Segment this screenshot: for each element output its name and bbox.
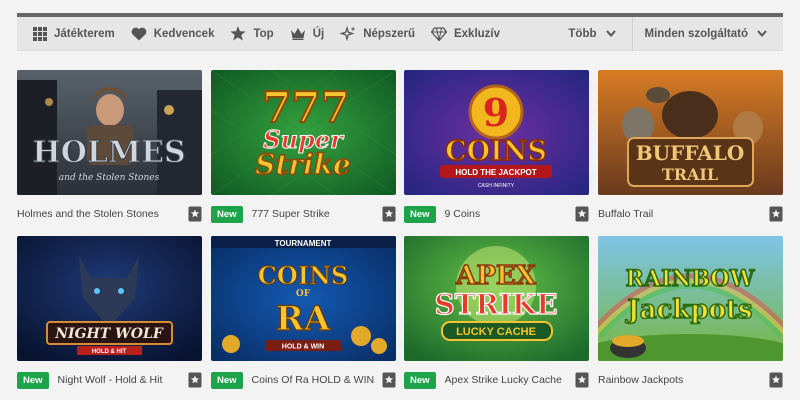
grid-icon <box>33 26 47 41</box>
more-dropdown[interactable]: Több <box>568 17 616 50</box>
heart-icon <box>131 27 147 40</box>
game-card[interactable]: BUFFALO TRAIL Buffalo Trail <box>598 70 783 225</box>
category-navbar: Játékterem Kedvencek Top Új Népszerű Exk… <box>17 16 784 51</box>
nav-label: Kedvencek <box>153 27 215 40</box>
art-title: HOLMES <box>32 135 185 170</box>
game-thumbnail[interactable]: HOLMES and the Stolen Stones <box>17 70 202 195</box>
art-title: 9 <box>483 90 509 135</box>
art-subtitle: TRAIL <box>662 165 718 184</box>
art-subtitle: and the Stolen Stones <box>59 173 160 183</box>
game-card[interactable]: APEX STRIKE LUCKY CACHE New Apex Strike … <box>404 236 589 391</box>
new-badge: New <box>404 371 436 389</box>
bookmark-icon[interactable] <box>188 206 202 222</box>
nav-label: Játékterem <box>54 27 115 40</box>
art-subtitle: COINS <box>445 136 547 167</box>
art-subtitle: Strike <box>255 148 351 181</box>
nav-label: Exkluzív <box>453 27 501 40</box>
new-badge: New <box>17 371 49 389</box>
new-badge: New <box>211 205 243 223</box>
nav-label: Top <box>253 27 274 40</box>
bookmark-icon[interactable] <box>575 372 589 388</box>
chevron-down-icon <box>605 30 616 37</box>
game-card[interactable]: 777 Super Strike New 777 Super Strike <box>211 70 396 225</box>
game-card[interactable]: NIGHT WOLF HOLD & HIT New Night Wolf - H… <box>17 236 202 391</box>
nav-item-exkluziv[interactable]: Exkluzív <box>423 17 508 50</box>
art-title: NIGHT WOLF <box>54 326 164 342</box>
nav-item-top[interactable]: Top <box>222 17 281 50</box>
star-icon <box>230 26 247 41</box>
art-subtitle: LUCKY CACHE <box>456 326 536 338</box>
art-subtitle: CASH INFINITY <box>478 183 515 189</box>
provider-dropdown[interactable]: Minden szolgáltató <box>645 17 784 50</box>
crown-icon <box>290 28 305 40</box>
art-subtitle: Jackpots <box>625 295 752 325</box>
game-title[interactable]: Rainbow Jackpots <box>598 374 769 386</box>
nav-item-jatekterem[interactable]: Játékterem <box>17 17 123 50</box>
new-badge: New <box>211 371 243 389</box>
game-title[interactable]: Holmes and the Stolen Stones <box>17 208 188 220</box>
bookmark-icon[interactable] <box>575 206 589 222</box>
art-subtitle: RA <box>276 299 331 339</box>
bookmark-icon[interactable] <box>382 206 396 222</box>
chevron-down-icon <box>757 30 767 37</box>
art-subtitle: HOLD & WIN <box>282 344 324 351</box>
art-subtitle: OF <box>296 289 311 299</box>
nav-item-nepszeru[interactable]: Népszerű <box>332 17 423 50</box>
art-title: RAINBOW <box>626 266 755 292</box>
game-thumbnail[interactable]: BUFFALO TRAIL <box>598 70 783 195</box>
game-title[interactable]: Coins Of Ra HOLD & WIN <box>252 374 382 386</box>
art-title: BUFFALO <box>636 141 745 165</box>
nav-item-uj[interactable]: Új <box>282 17 333 50</box>
nav-label: Népszerű <box>363 27 415 40</box>
bookmark-icon[interactable] <box>769 206 783 222</box>
nav-label: Új <box>312 27 325 40</box>
game-title[interactable]: Buffalo Trail <box>598 208 769 220</box>
bookmark-icon[interactable] <box>769 372 783 388</box>
sparkle-icon <box>340 25 356 41</box>
bookmark-icon[interactable] <box>382 372 396 388</box>
game-thumbnail[interactable]: TOURNAMENT COINS OF RA HOLD & WIN <box>211 236 396 361</box>
nav-divider <box>631 16 633 51</box>
provider-label: Minden szolgáltató <box>644 27 749 40</box>
art-subtitle: HOLD & HIT <box>92 349 127 355</box>
game-card[interactable]: RAINBOW Jackpots Rainbow Jackpots <box>598 236 783 391</box>
game-thumbnail[interactable]: RAINBOW Jackpots <box>598 236 783 361</box>
game-thumbnail[interactable]: NIGHT WOLF HOLD & HIT <box>17 236 202 361</box>
game-card[interactable]: 9 COINS HOLD THE JACKPOT CASH INFINITY N… <box>404 70 589 225</box>
art-title: COINS <box>258 261 349 290</box>
game-card[interactable]: TOURNAMENT COINS OF RA HOLD & WIN New Co… <box>211 236 396 391</box>
more-label: Több <box>568 27 597 40</box>
new-badge: New <box>404 205 436 223</box>
bookmark-icon[interactable] <box>188 372 202 388</box>
game-title[interactable]: Night Wolf - Hold & Hit <box>58 374 188 386</box>
game-title[interactable]: 777 Super Strike <box>252 208 382 220</box>
nav-item-kedvencek[interactable]: Kedvencek <box>123 17 223 50</box>
art-title: APEX <box>455 261 537 291</box>
game-title[interactable]: 9 Coins <box>445 208 575 220</box>
game-title[interactable]: Apex Strike Lucky Cache <box>445 374 575 386</box>
game-thumbnail[interactable]: APEX STRIKE LUCKY CACHE <box>404 236 589 361</box>
diamond-icon <box>430 26 447 41</box>
art-label: TOURNAMENT <box>275 239 332 248</box>
game-thumbnail[interactable]: 777 Super Strike <box>211 70 396 195</box>
art-subtitle: HOLD THE JACKPOT <box>455 168 536 177</box>
game-card[interactable]: HOLMES and the Stolen Stones Holmes and … <box>17 70 202 225</box>
art-subtitle: STRIKE <box>434 288 557 321</box>
game-thumbnail[interactable]: 9 COINS HOLD THE JACKPOT CASH INFINITY <box>404 70 589 195</box>
